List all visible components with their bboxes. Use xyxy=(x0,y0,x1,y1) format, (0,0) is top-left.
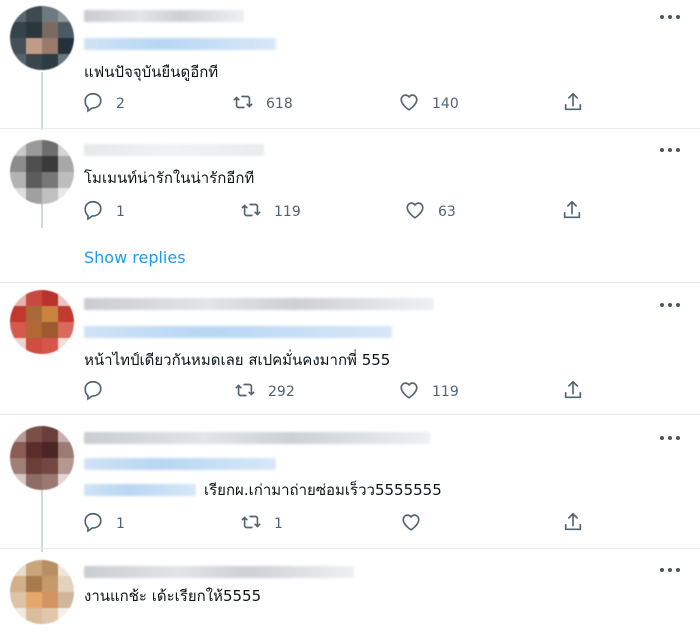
more-icon[interactable] xyxy=(660,301,682,309)
retweet-count: 1 xyxy=(274,516,283,532)
reply-icon xyxy=(82,379,104,405)
avatar[interactable] xyxy=(10,426,74,490)
action-bar: 1 1 xyxy=(82,511,592,537)
replying-to-redacted xyxy=(84,38,276,50)
reply-count: 1 xyxy=(116,516,125,532)
share-button[interactable] xyxy=(562,379,584,405)
retweet-button[interactable]: 119 xyxy=(240,201,301,223)
username-redacted xyxy=(84,144,264,156)
retweet-icon xyxy=(232,91,254,117)
tweet[interactable]: โมเมนท์น่ารักในน่ารักอีกที 1 119 63 Show… xyxy=(0,128,700,282)
tweet[interactable]: งานแกช้ะ เด้ะเรียกให้5555 xyxy=(0,548,700,635)
username-redacted xyxy=(84,432,430,444)
more-icon[interactable] xyxy=(660,434,682,442)
reply-feed: แฟนปัจจุบันยืนดูอีกที 2 618 140 โมเมนท์น… xyxy=(0,0,700,635)
action-bar: 292 119 xyxy=(82,379,592,405)
tweet[interactable]: หน้าไทป์เดียวกันหมดเลย สเปคมั่นคงมากพี่ … xyxy=(0,282,700,414)
avatar[interactable] xyxy=(10,6,74,70)
like-icon xyxy=(400,511,422,537)
retweet-icon xyxy=(240,511,262,537)
show-replies-link[interactable]: Show replies xyxy=(84,248,186,267)
share-button[interactable] xyxy=(562,511,584,537)
like-icon xyxy=(398,91,420,117)
like-button[interactable]: 119 xyxy=(398,381,459,403)
reply-icon xyxy=(82,199,104,225)
action-bar: 1 119 63 xyxy=(82,199,592,225)
tweet-text: โมเมนท์น่ารักในน่ารักอีกที xyxy=(84,169,255,187)
tweet-text: งานแกช้ะ เด้ะเรียกให้5555 xyxy=(84,587,262,605)
tweet[interactable]: เรียกผ.เก่ามาถ่ายซ่อมเร็วว5555555 1 1 xyxy=(0,414,700,548)
tweet-text: แฟนปัจจุบันยืนดูอีกที xyxy=(84,63,219,81)
avatar[interactable] xyxy=(10,560,74,624)
reply-button[interactable] xyxy=(82,379,116,405)
like-icon xyxy=(404,199,426,225)
reply-count: 1 xyxy=(116,204,125,220)
share-button[interactable] xyxy=(562,91,584,117)
retweet-count: 292 xyxy=(268,384,295,400)
retweet-count: 119 xyxy=(274,204,301,220)
like-button[interactable] xyxy=(400,513,434,535)
share-icon xyxy=(561,199,583,225)
reply-icon xyxy=(82,511,104,537)
share-icon xyxy=(562,379,584,405)
replying-to-redacted xyxy=(84,326,392,338)
share-icon xyxy=(562,511,584,537)
like-count: 63 xyxy=(438,204,456,220)
like-icon xyxy=(398,379,420,405)
username-redacted xyxy=(84,10,244,22)
like-count: 119 xyxy=(432,384,459,400)
action-bar: 2 618 140 xyxy=(82,91,592,117)
like-button[interactable]: 140 xyxy=(398,93,459,115)
retweet-icon xyxy=(234,379,256,405)
username-redacted xyxy=(84,566,354,578)
more-icon[interactable] xyxy=(660,13,682,21)
more-icon[interactable] xyxy=(660,146,682,154)
tweet-text: หน้าไทป์เดียวกันหมดเลย สเปคมั่นคงมากพี่ … xyxy=(84,351,391,369)
like-button[interactable]: 63 xyxy=(404,201,456,223)
replying-to-redacted xyxy=(84,458,276,470)
tweet[interactable]: แฟนปัจจุบันยืนดูอีกที 2 618 140 xyxy=(0,0,700,128)
retweet-button[interactable]: 292 xyxy=(234,381,295,403)
reply-button[interactable]: 1 xyxy=(82,199,125,225)
reply-button[interactable]: 2 xyxy=(82,91,125,117)
reply-button[interactable]: 1 xyxy=(82,511,125,537)
reply-icon xyxy=(82,91,104,117)
share-icon xyxy=(562,91,584,117)
reply-count: 2 xyxy=(116,96,125,112)
avatar[interactable] xyxy=(10,290,74,354)
mention-redacted xyxy=(84,484,196,496)
share-button[interactable] xyxy=(561,199,583,225)
like-count: 140 xyxy=(432,96,459,112)
more-icon[interactable] xyxy=(660,566,682,574)
avatar[interactable] xyxy=(10,140,74,204)
username-redacted xyxy=(84,298,434,310)
retweet-icon xyxy=(240,199,262,225)
retweet-button[interactable]: 618 xyxy=(232,93,293,115)
retweet-button[interactable]: 1 xyxy=(240,513,283,535)
retweet-count: 618 xyxy=(266,96,293,112)
tweet-text: เรียกผ.เก่ามาถ่ายซ่อมเร็วว5555555 xyxy=(204,481,442,499)
